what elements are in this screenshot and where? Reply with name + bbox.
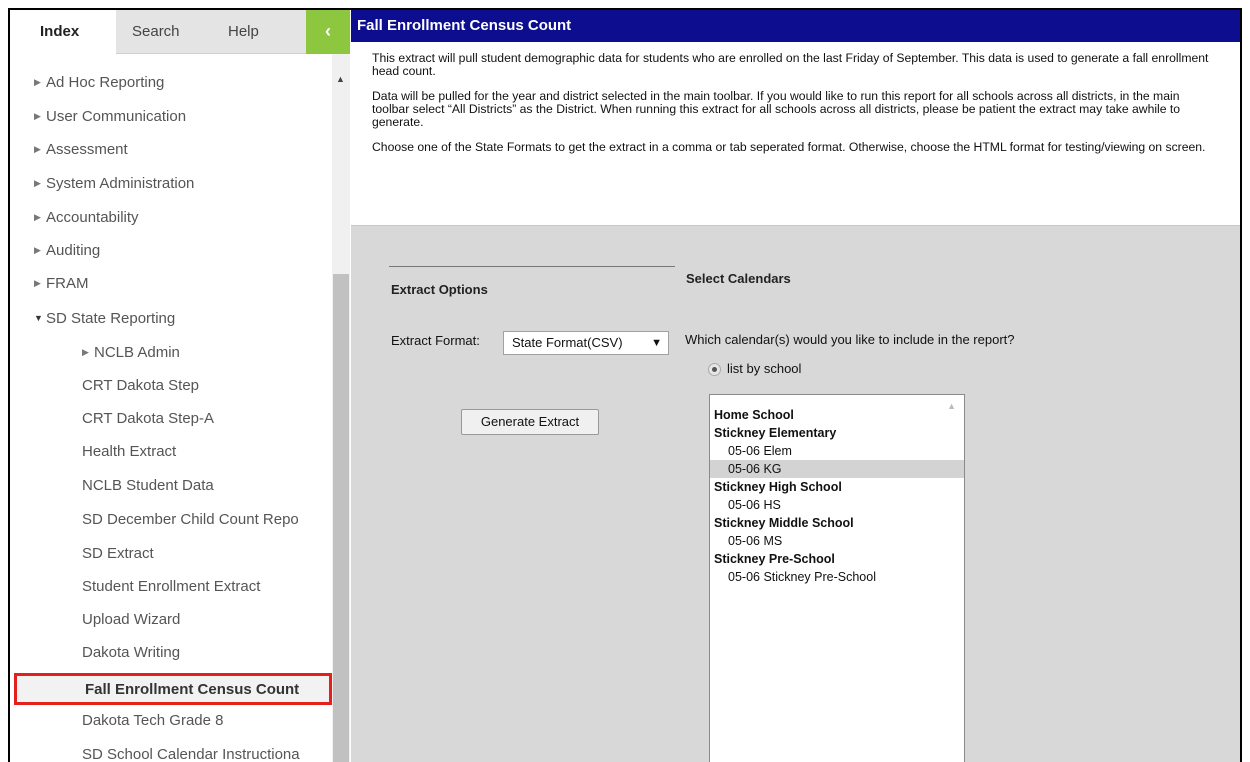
extract-options-heading: Extract Options — [391, 282, 488, 297]
description-paragraph: Data will be pulled for the year and dis… — [372, 89, 1181, 129]
tree-item-nclb-student-data[interactable]: NCLB Student Data — [82, 474, 214, 498]
tree-item-label: NCLB Admin — [94, 344, 180, 361]
tree-item-upload-wizard[interactable]: Upload Wizard — [82, 608, 180, 632]
tab-search[interactable]: Search — [132, 10, 180, 54]
tree-item-ad-hoc-reporting[interactable]: ▶ Ad Hoc Reporting — [34, 70, 164, 94]
tab-index[interactable]: Index — [10, 10, 116, 54]
tab-help[interactable]: Help — [228, 10, 259, 54]
select-calendars-heading: Select Calendars — [686, 271, 791, 286]
expand-icon: ▶ — [34, 144, 41, 154]
calendar-group-stickney-high-school[interactable]: Stickney High School — [710, 478, 964, 496]
tree-item-label: Assessment — [46, 141, 128, 158]
extract-format-label: Extract Format: — [391, 333, 480, 348]
tree-item-crt-dakota-step[interactable]: CRT Dakota Step — [82, 374, 199, 398]
calendar-option-05-06-elem[interactable]: 05-06 Elem — [710, 442, 964, 460]
tree-item-label: FRAM — [46, 275, 89, 292]
app-frame: Index Search Help ‹ ▶ Ad Hoc Reporting ▶ U… — [8, 8, 1242, 762]
tree-item-assessment[interactable]: ▶ Assessment — [34, 137, 128, 161]
main-panel: Fall Enrollment Census Count This extrac… — [351, 10, 1240, 762]
calendar-group-stickney-middle-school[interactable]: Stickney Middle School — [710, 514, 964, 532]
chevron-left-icon: ‹ — [325, 21, 331, 41]
tree-item-fram[interactable]: ▶ FRAM — [34, 271, 89, 295]
tree-item-sd-extract[interactable]: SD Extract — [82, 542, 154, 566]
tree-item-label: System Administration — [46, 175, 195, 192]
tree-item-label: Accountability — [46, 209, 139, 226]
description-box: This extract will pull student demograph… — [351, 42, 1240, 226]
tree-item-sd-school-calendar-instructional[interactable]: SD School Calendar Instructiona — [82, 743, 300, 762]
tree-item-label: Auditing — [46, 242, 101, 259]
expand-icon: ▶ — [34, 212, 41, 222]
tree-item-dakota-tech-grade-8[interactable]: Dakota Tech Grade 8 — [82, 709, 223, 733]
collapse-icon: ▼ — [34, 313, 43, 323]
page-title: Fall Enrollment Census Count — [351, 10, 1240, 42]
scroll-thumb[interactable] — [333, 274, 349, 762]
calendar-option-05-06-kg[interactable]: 05-06 KG — [710, 460, 964, 478]
tree-item-dakota-writing[interactable]: Dakota Writing — [82, 641, 180, 665]
calendar-option-05-06-ms[interactable]: 05-06 MS — [710, 532, 964, 550]
chevron-down-icon: ▼ — [651, 337, 662, 349]
tree-item-auditing[interactable]: ▶ Auditing — [34, 238, 100, 262]
description-paragraph: This extract will pull student demograph… — [372, 51, 1209, 78]
section-divider — [389, 266, 675, 267]
generate-extract-button[interactable]: Generate Extract — [461, 409, 599, 435]
calendar-option-05-06-stickney-pre-school[interactable]: 05-06 Stickney Pre-School — [710, 568, 964, 586]
tree-item-accountability[interactable]: ▶ Accountability — [34, 205, 139, 229]
tree-scrollbar[interactable]: ▲ — [332, 54, 350, 762]
calendar-group-stickney-elementary[interactable]: Stickney Elementary — [710, 424, 964, 442]
expand-icon: ▶ — [34, 245, 41, 255]
tree-item-system-administration[interactable]: ▶ System Administration — [34, 171, 194, 195]
expand-icon: ▶ — [34, 278, 41, 288]
left-panel: Index Search Help ‹ ▶ Ad Hoc Reporting ▶ U… — [10, 10, 350, 762]
extract-format-value: State Format(CSV) — [512, 335, 623, 350]
tree-item-label: SD State Reporting — [46, 310, 176, 327]
expand-icon: ▶ — [34, 111, 41, 121]
tree-item-crt-dakota-step-a[interactable]: CRT Dakota Step-A — [82, 407, 214, 431]
tree-item-user-communication[interactable]: ▶ User Communication — [34, 104, 186, 128]
calendars-question: Which calendar(s) would you like to incl… — [685, 332, 1015, 347]
expand-icon: ▶ — [34, 77, 41, 87]
index-tree: ▶ Ad Hoc Reporting ▶ User Communication ▶ A… — [10, 54, 332, 762]
calendar-group-stickney-pre-school[interactable]: Stickney Pre-School — [710, 550, 964, 568]
calendar-list[interactable]: ▲ Home School Stickney Elementary 05-06 … — [709, 394, 965, 762]
tree-item-label: Ad Hoc Reporting — [46, 74, 165, 91]
tree-item-sd-december-child-count[interactable]: SD December Child Count Repo — [82, 508, 299, 532]
list-by-school-label[interactable]: list by school — [727, 361, 801, 376]
tree-item-health-extract[interactable]: Health Extract — [82, 440, 176, 464]
extract-format-select[interactable]: State Format(CSV) ▼ — [503, 331, 669, 355]
description-paragraph: Choose one of the State Formats to get t… — [372, 140, 1206, 154]
tree-item-sd-state-reporting[interactable]: ▼ SD State Reporting — [34, 306, 175, 330]
calendar-option-05-06-hs[interactable]: 05-06 HS — [710, 496, 964, 514]
tree-item-nclb-admin[interactable]: ▶ NCLB Admin — [82, 340, 180, 364]
collapse-panel-button[interactable]: ‹ — [306, 10, 350, 54]
expand-icon: ▶ — [82, 347, 89, 357]
scroll-up-icon[interactable]: ▲ — [336, 74, 345, 84]
expand-icon: ▶ — [34, 178, 41, 188]
tree-item-student-enrollment-extract[interactable]: Student Enrollment Extract — [82, 575, 260, 599]
tree-item-fall-enrollment-census-count[interactable]: Fall Enrollment Census Count — [14, 673, 332, 705]
calendar-group-home-school[interactable]: Home School — [710, 406, 964, 424]
list-by-school-radio[interactable] — [708, 363, 721, 376]
nav-tabs: Index Search Help ‹ — [10, 10, 350, 54]
tree-item-label: User Communication — [46, 108, 187, 125]
